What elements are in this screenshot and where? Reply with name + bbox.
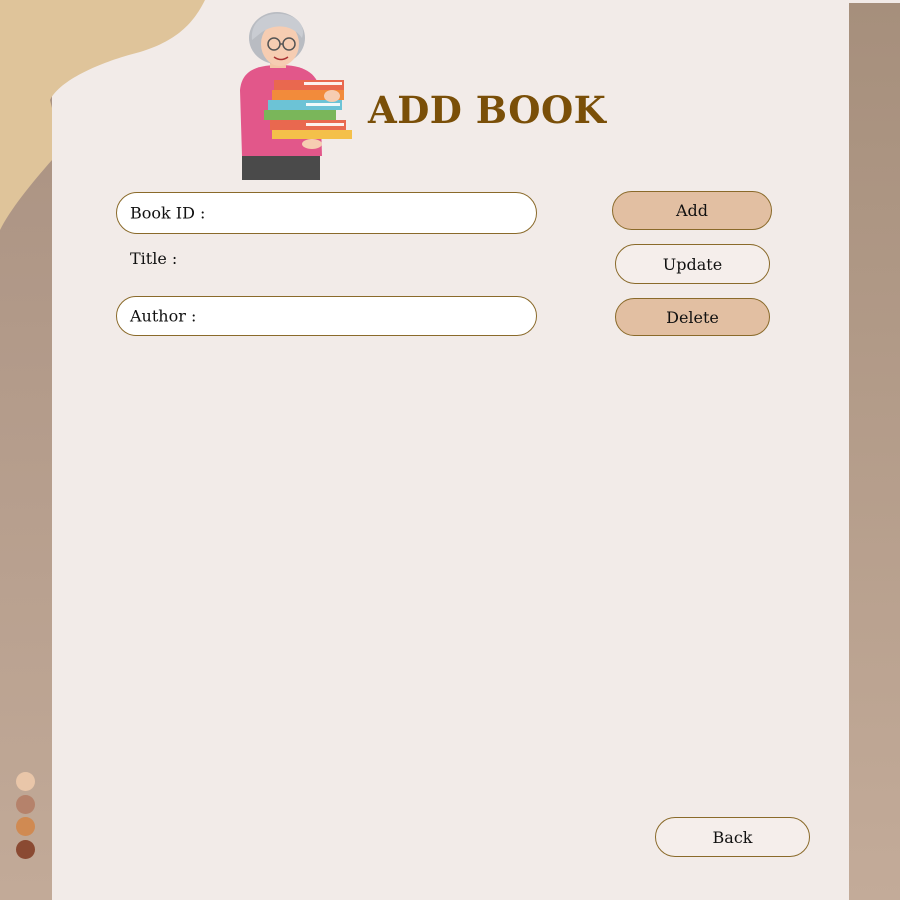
book-id-field[interactable]: Book ID : xyxy=(116,192,537,234)
author-label: Author : xyxy=(130,306,197,326)
right-decorative-band xyxy=(849,3,900,900)
palette-swatch xyxy=(16,772,35,791)
author-field[interactable]: Author : xyxy=(116,296,537,336)
palette-swatch xyxy=(16,840,35,859)
delete-button[interactable]: Delete xyxy=(615,298,770,336)
book-id-label: Book ID : xyxy=(130,203,206,223)
title-label: Title : xyxy=(130,249,178,268)
woman-holding-books-illustration xyxy=(240,12,352,180)
page-title: ADD BOOK xyxy=(368,88,607,132)
add-button[interactable]: Add xyxy=(612,191,772,230)
palette-swatch xyxy=(16,795,35,814)
palette-swatch xyxy=(16,817,35,836)
update-button[interactable]: Update xyxy=(615,244,770,284)
back-button[interactable]: Back xyxy=(655,817,810,857)
